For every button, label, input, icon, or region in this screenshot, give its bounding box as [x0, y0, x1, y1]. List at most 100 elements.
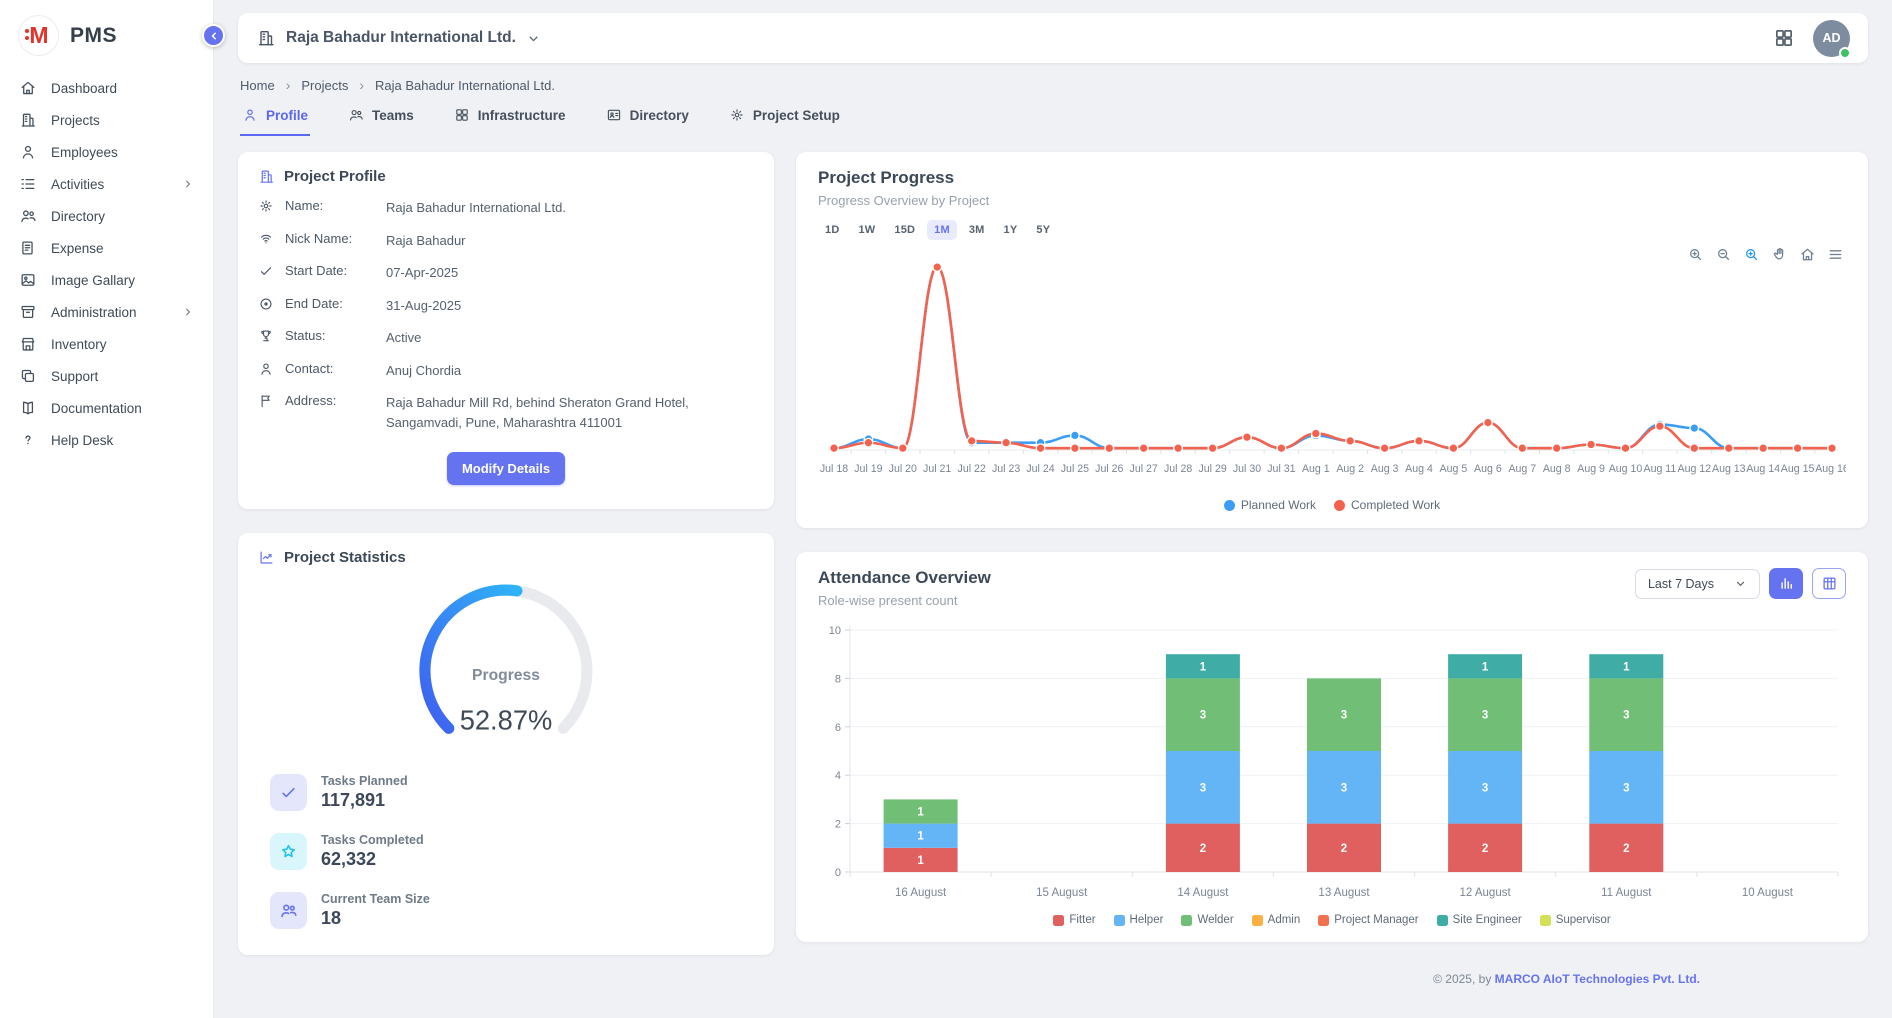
tab-directory[interactable]: Directory: [604, 97, 691, 136]
tab-project-setup[interactable]: Project Setup: [727, 97, 842, 136]
range-button-15d[interactable]: 15D: [887, 220, 922, 240]
chevR-icon: [182, 178, 194, 190]
zoom-out-icon[interactable]: [1715, 246, 1732, 263]
sidebar-item-projects[interactable]: Projects: [0, 104, 213, 136]
copyright-text: © 2025, by: [1433, 972, 1495, 986]
bar-chart-svg: 024681011116 August15 August233114 Augus…: [818, 620, 1846, 912]
svg-text:1: 1: [917, 855, 924, 867]
svg-text:52.87%: 52.87%: [460, 705, 553, 736]
legend-site-engineer[interactable]: Site Engineer: [1437, 914, 1522, 926]
footer: © 2025, by MARCO AIoT Technologies Pvt. …: [796, 966, 1868, 994]
date-range-select[interactable]: Last 7 Days: [1635, 569, 1760, 599]
building-icon: [256, 28, 276, 48]
svg-text:Aug 2: Aug 2: [1336, 463, 1364, 475]
tab-infrastructure[interactable]: Infrastructure: [452, 97, 568, 136]
user-avatar[interactable]: AD: [1813, 20, 1850, 57]
list-icon: [19, 175, 37, 193]
range-button-1w[interactable]: 1W: [851, 220, 882, 240]
legend-planned-work[interactable]: Planned Work: [1224, 498, 1316, 512]
flag-icon: [258, 393, 274, 409]
modify-details-button[interactable]: Modify Details: [447, 452, 565, 485]
svg-text:Aug 3: Aug 3: [1371, 463, 1399, 475]
legend-supervisor[interactable]: Supervisor: [1540, 914, 1611, 926]
sidebar-item-inventory[interactable]: Inventory: [0, 328, 213, 360]
sidebar-item-support[interactable]: Support: [0, 360, 213, 392]
building-icon: [258, 168, 275, 185]
question-icon: [19, 431, 37, 449]
sidebar-item-activities[interactable]: Activities: [0, 168, 213, 200]
svg-text:13 August: 13 August: [1318, 887, 1370, 899]
company-selector[interactable]: Raja Bahadur International Ltd.: [256, 28, 541, 48]
range-button-3m[interactable]: 3M: [962, 220, 992, 240]
gear-icon: [258, 198, 274, 214]
zoom-in-icon[interactable]: [1687, 246, 1704, 263]
person-icon: [242, 107, 258, 123]
svg-text:3: 3: [1623, 710, 1629, 722]
svg-text:8: 8: [835, 673, 841, 685]
home-icon: [1799, 246, 1816, 263]
progress-line-chart: Jul 18Jul 19Jul 20Jul 21Jul 22Jul 23Jul …: [818, 244, 1846, 496]
svg-text:Aug 13: Aug 13: [1712, 463, 1746, 475]
brand-logo-icon: M: [18, 15, 59, 56]
svg-text:2: 2: [1341, 843, 1347, 855]
person-icon: [19, 143, 37, 161]
legend-project-manager[interactable]: Project Manager: [1318, 914, 1418, 926]
range-button-1m[interactable]: 1M: [927, 220, 957, 240]
home-icon[interactable]: [1799, 246, 1816, 263]
range-button-1y[interactable]: 1Y: [997, 220, 1025, 240]
range-button-5y[interactable]: 5Y: [1029, 220, 1057, 240]
chart-view-button[interactable]: [1769, 568, 1803, 599]
legend-helper[interactable]: Helper: [1114, 914, 1164, 926]
breadcrumb-raja-bahadur-international-ltd: Raja Bahadur International Ltd.: [375, 78, 555, 93]
gear-icon: [729, 107, 745, 123]
sidebar-item-employees[interactable]: Employees: [0, 136, 213, 168]
tab-profile[interactable]: Profile: [240, 97, 310, 136]
profile-field-status: Status: Active: [258, 328, 754, 348]
apps-grid-icon[interactable]: [1773, 27, 1795, 49]
sidebar-item-documentation[interactable]: Documentation: [0, 392, 213, 424]
legend-admin[interactable]: Admin: [1252, 914, 1301, 926]
book-icon: [19, 399, 37, 417]
legend-welder[interactable]: Welder: [1181, 914, 1233, 926]
line-chart-legend: Planned Work Completed Work: [818, 496, 1846, 516]
svg-text:Aug 14: Aug 14: [1746, 463, 1780, 475]
logo: M PMS: [0, 0, 213, 72]
svg-text:Jul 30: Jul 30: [1233, 463, 1261, 475]
card-title: Project Profile: [284, 168, 386, 185]
svg-text:Jul 23: Jul 23: [992, 463, 1020, 475]
sidebar-collapse-button[interactable]: [202, 24, 225, 47]
svg-text:0: 0: [835, 867, 841, 879]
table-view-button[interactable]: [1812, 568, 1846, 599]
tab-teams[interactable]: Teams: [346, 97, 416, 136]
project-progress-card: Project Progress Progress Overview by Pr…: [796, 152, 1868, 528]
sidebar-item-administration[interactable]: Administration: [0, 296, 213, 328]
legend-completed-work[interactable]: Completed Work: [1334, 498, 1440, 512]
sidebar-item-help-desk[interactable]: Help Desk: [0, 424, 213, 456]
svg-text:3: 3: [1341, 710, 1347, 722]
check-icon: [258, 263, 274, 279]
svg-text:Aug 4: Aug 4: [1405, 463, 1433, 475]
people-icon: [348, 107, 364, 123]
stat-current-team-size: Current Team Size 18: [270, 892, 754, 929]
svg-text:Jul 26: Jul 26: [1095, 463, 1123, 475]
progress-gauge-svg: Progress 52.87%: [388, 576, 624, 752]
online-status-dot: [1839, 47, 1851, 59]
menu-icon[interactable]: [1827, 246, 1844, 263]
svg-text:Jul 27: Jul 27: [1130, 463, 1158, 475]
sidebar-item-image-gallary[interactable]: Image Gallary: [0, 264, 213, 296]
sidebar-item-expense[interactable]: Expense: [0, 232, 213, 264]
svg-text:3: 3: [1482, 710, 1488, 722]
sidebar-item-dashboard[interactable]: Dashboard: [0, 72, 213, 104]
grid4-icon: [454, 107, 470, 123]
avatar-initials: AD: [1822, 31, 1840, 45]
legend-fitter[interactable]: Fitter: [1053, 914, 1095, 926]
company-link[interactable]: MARCO AIoT Technologies Pvt. Ltd.: [1495, 972, 1700, 986]
breadcrumb-projects[interactable]: Projects: [301, 78, 348, 93]
breadcrumb-home[interactable]: Home: [240, 78, 275, 93]
pan-icon[interactable]: [1771, 246, 1788, 263]
svg-text:Aug 10: Aug 10: [1609, 463, 1643, 475]
svg-text:Aug 11: Aug 11: [1644, 463, 1677, 475]
range-button-1d[interactable]: 1D: [818, 220, 846, 240]
selection-zoom-icon[interactable]: [1743, 246, 1760, 263]
sidebar-item-directory[interactable]: Directory: [0, 200, 213, 232]
